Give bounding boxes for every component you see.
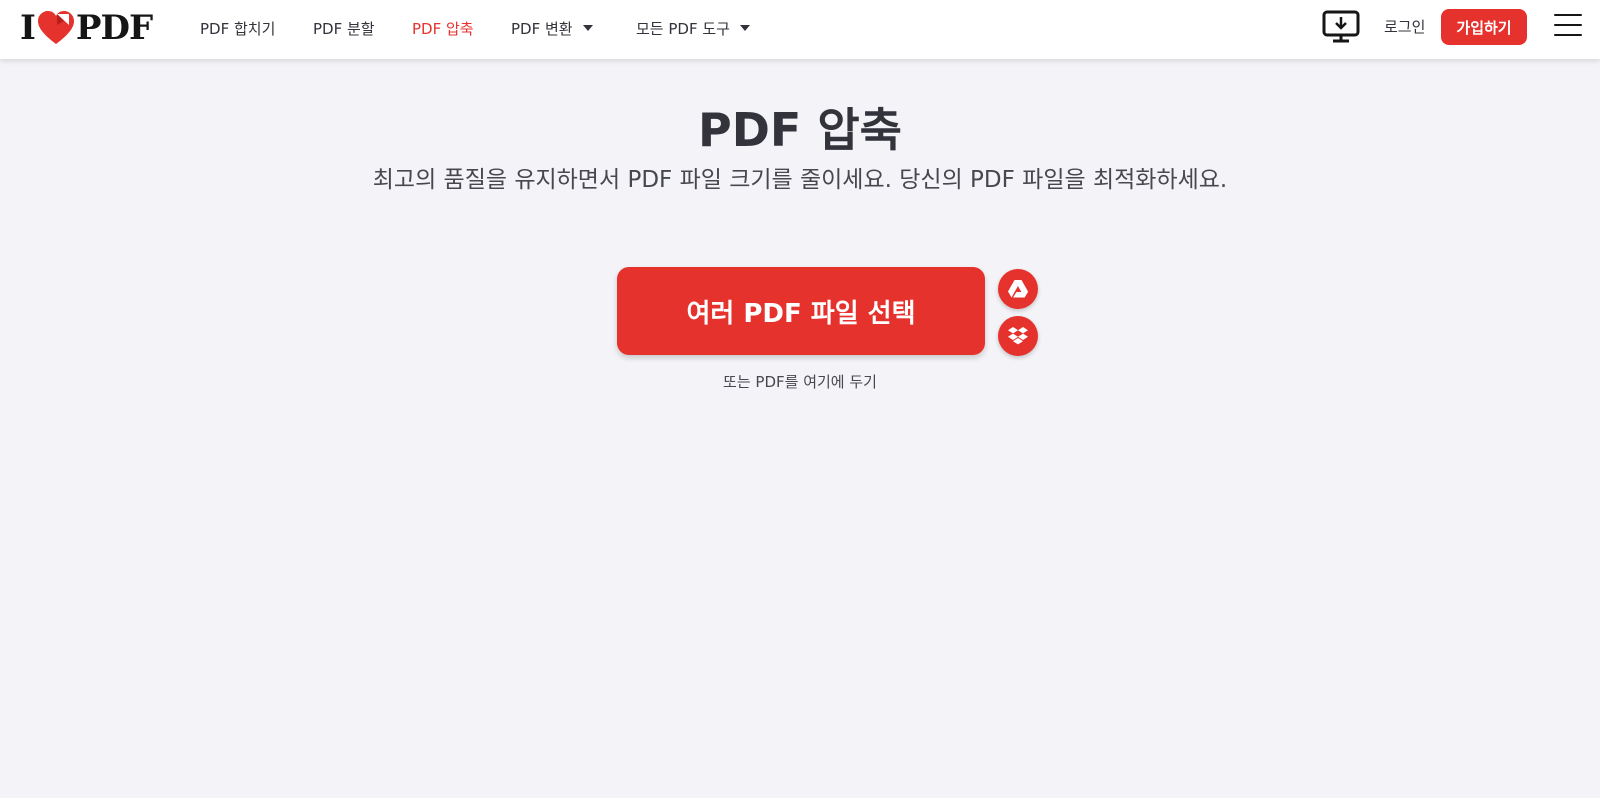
drop-files-hint: 또는 PDF를 여기에 두기 — [723, 373, 877, 391]
signup-button[interactable]: 가입하기 — [1441, 9, 1527, 45]
nav-merge-pdf[interactable]: PDF 합치기 — [200, 0, 275, 56]
nav-compress-pdf[interactable]: PDF 압축 — [412, 0, 474, 56]
nav-split-pdf-label: PDF 분할 — [313, 19, 375, 38]
logo-text-pdf: PDF — [75, 8, 153, 48]
dropbox-button[interactable] — [998, 316, 1038, 356]
select-pdf-files-button[interactable]: 여러 PDF 파일 선택 — [617, 267, 985, 355]
desktop-download-icon[interactable] — [1322, 10, 1360, 44]
caret-down-icon — [582, 25, 593, 31]
dropbox-icon — [1008, 327, 1028, 345]
logo-text-i: I — [20, 8, 36, 48]
page-title: PDF 압축 — [698, 103, 902, 157]
ilovepdf-logo[interactable]: I PDF — [20, 8, 153, 48]
nav-convert-pdf[interactable]: PDF 변환 — [511, 0, 593, 56]
nav-split-pdf[interactable]: PDF 분할 — [313, 0, 375, 56]
hamburger-menu-icon[interactable] — [1554, 14, 1582, 38]
nav-merge-pdf-label: PDF 합치기 — [200, 19, 276, 38]
nav-compress-pdf-label: PDF 압축 — [412, 19, 474, 38]
page-subtitle: 최고의 품질을 유지하면서 PDF 파일 크기를 줄이세요. 당신의 PDF 파… — [372, 167, 1228, 193]
heart-logo-icon — [37, 11, 74, 44]
google-drive-icon — [1008, 280, 1028, 298]
nav-convert-pdf-label: PDF 변환 — [511, 19, 573, 38]
nav-all-pdf-tools[interactable]: 모든 PDF 도구 — [636, 0, 750, 56]
nav-all-pdf-tools-label: 모든 PDF 도구 — [636, 19, 730, 38]
caret-down-icon — [739, 25, 750, 31]
google-drive-button[interactable] — [998, 269, 1038, 309]
top-header: I PDF PDF 합치기 PDF 분할 PDF 압축 PDF 변환 모든 PD… — [0, 0, 1600, 59]
login-link[interactable]: 로그인 — [1384, 16, 1425, 37]
